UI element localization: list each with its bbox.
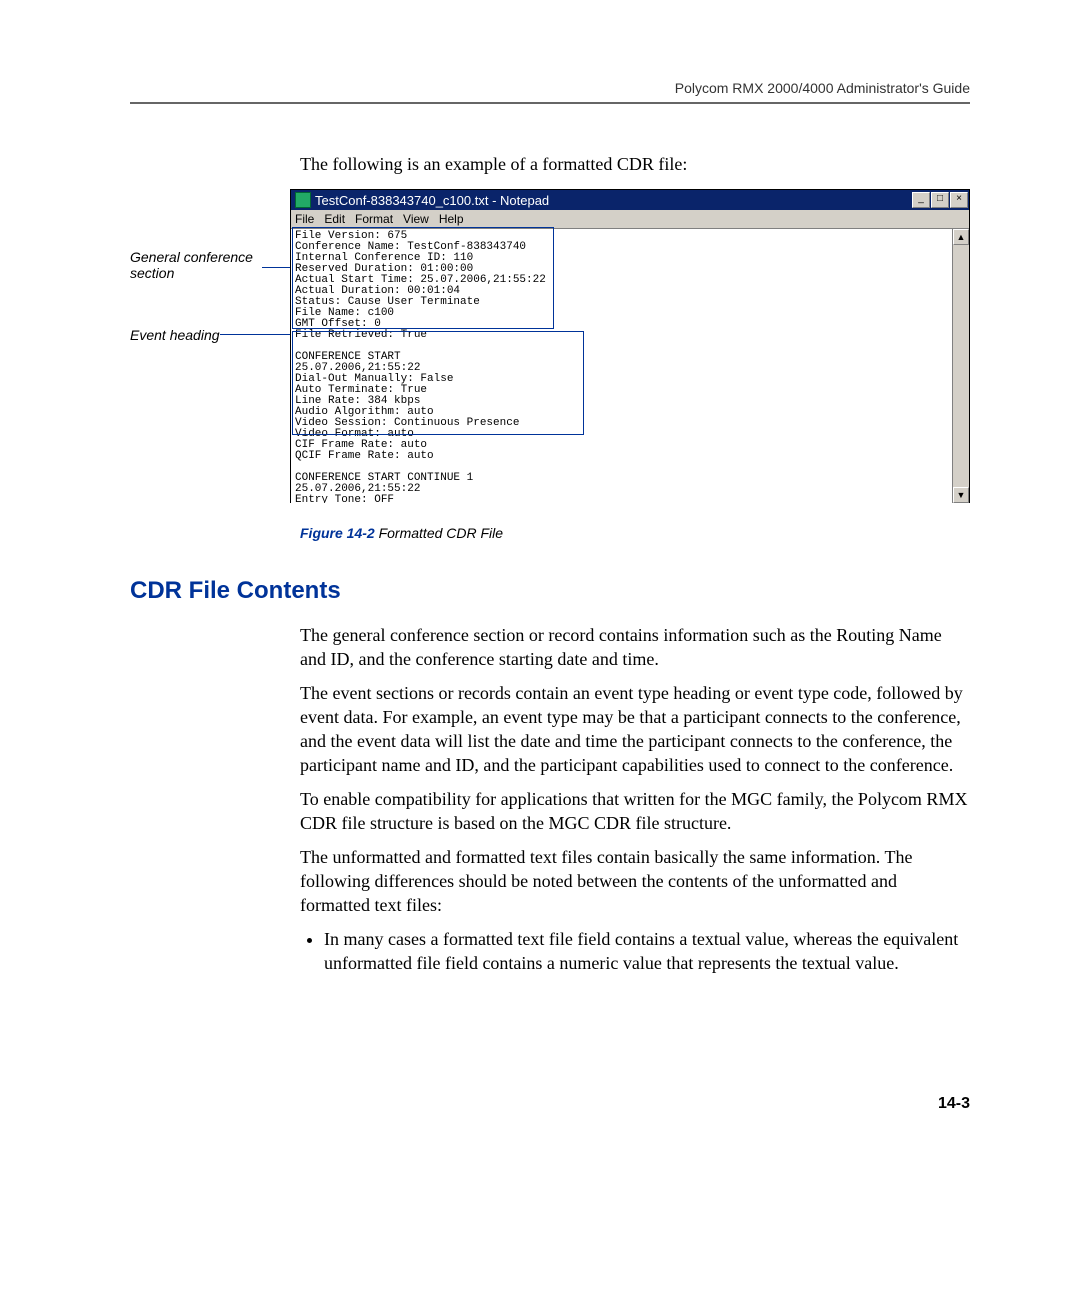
scroll-up-button[interactable]: ▲ [953,229,969,245]
label-general-conf: General conference section [130,249,270,281]
page-header: Polycom RMX 2000/4000 Administrator's Gu… [130,80,970,96]
intro-paragraph: The following is an example of a formatt… [300,154,970,175]
figure-number: Figure 14-2 [300,525,375,541]
section-heading: CDR File Contents [130,577,970,605]
figure-14-2: General conference section Event heading… [130,189,970,509]
paragraph: The event sections or records contain an… [300,681,970,777]
window-title: TestConf-838343740_c100.txt - Notepad [315,193,912,208]
figure-caption: Figure 14-2 Formatted CDR File [300,525,970,541]
notepad-window: TestConf-838343740_c100.txt - Notepad _ … [290,189,970,503]
header-rule [130,102,970,104]
body-text: The general conference section or record… [300,623,970,975]
close-button[interactable]: × [950,192,968,208]
paragraph: To enable compatibility for applications… [300,787,970,835]
menu-view[interactable]: View [403,212,429,226]
connector-line [220,334,292,335]
label-event-heading: Event heading [130,327,220,343]
connector-line [262,267,292,268]
vertical-scrollbar[interactable]: ▲ ▼ [952,229,969,503]
menu-help[interactable]: Help [439,212,464,226]
paragraph: The general conference section or record… [300,623,970,671]
menu-edit[interactable]: Edit [324,212,345,226]
notepad-app-icon [295,192,311,208]
notepad-text-content[interactable]: File Version: 675 Conference Name: TestC… [291,229,969,503]
bullet-item: In many cases a formatted text file fiel… [324,927,970,975]
minimize-button[interactable]: _ [912,192,930,208]
figure-caption-text: Formatted CDR File [375,525,503,541]
maximize-button[interactable]: □ [931,192,949,208]
menubar: File Edit Format View Help [291,210,969,229]
menu-format[interactable]: Format [355,212,393,226]
page-number: 14-3 [130,1095,970,1113]
paragraph: The unformatted and formatted text files… [300,845,970,917]
scroll-down-button[interactable]: ▼ [953,487,969,503]
menu-file[interactable]: File [295,212,314,226]
titlebar: TestConf-838343740_c100.txt - Notepad _ … [291,190,969,210]
